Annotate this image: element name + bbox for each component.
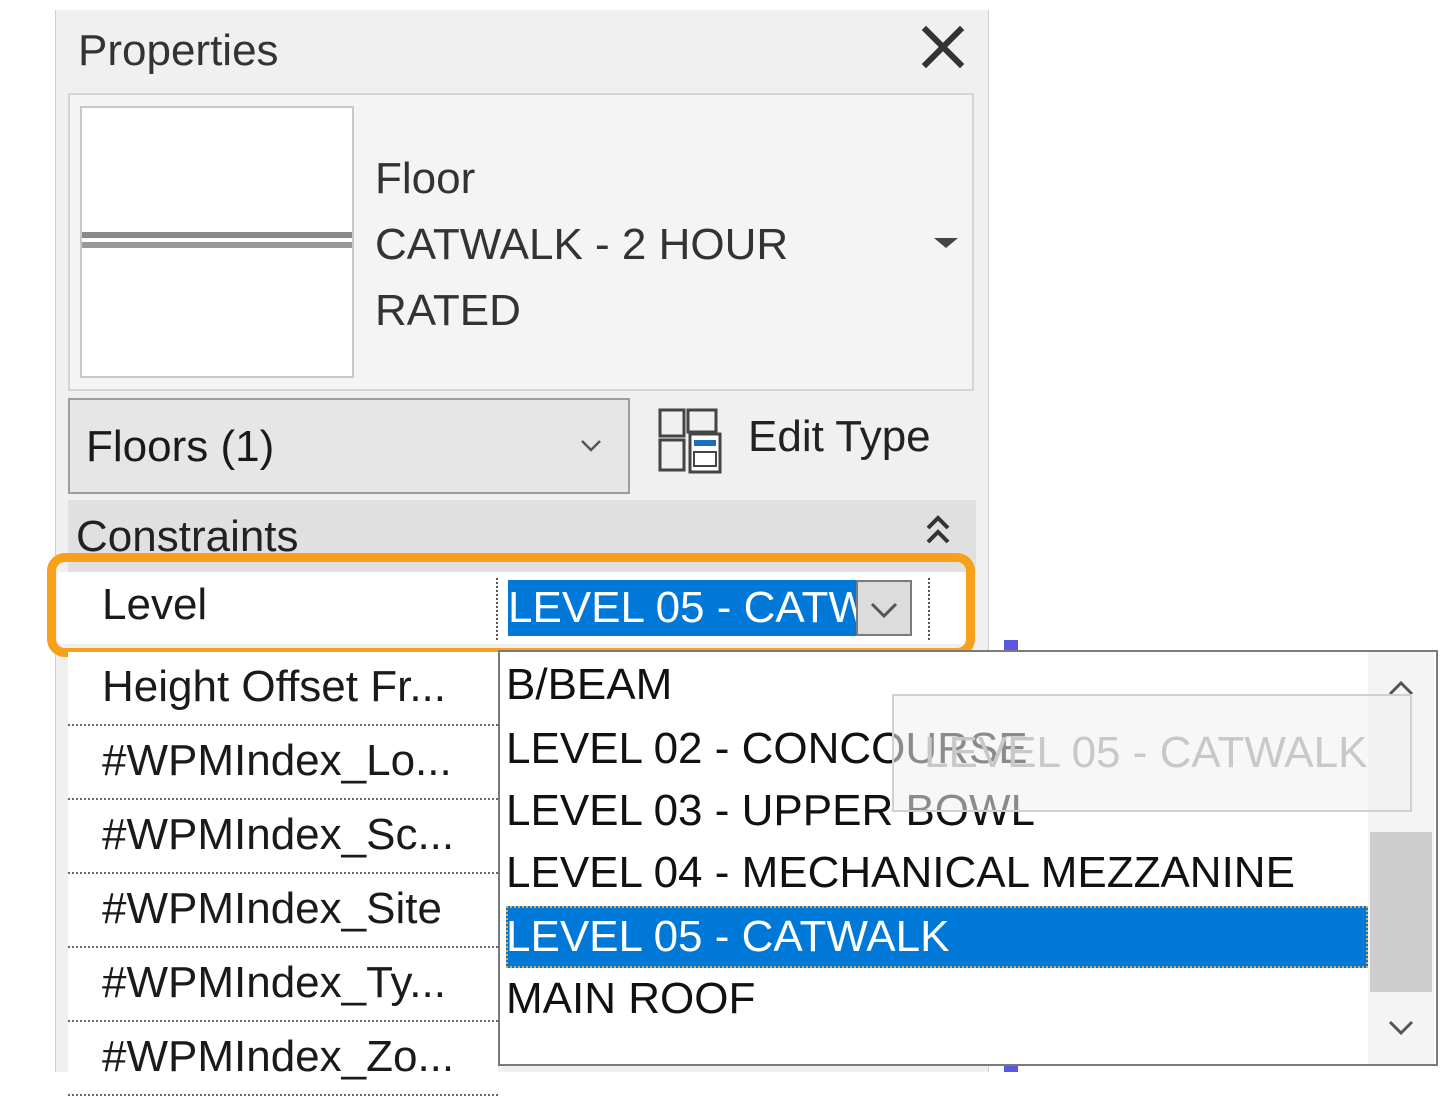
property-label: #WPMIndex_Ty... — [102, 958, 446, 1007]
property-label: #WPMIndex_Site — [102, 884, 442, 933]
drag-tooltip-ghost: LEVEL 05 - CATWALK — [892, 694, 1412, 812]
property-row[interactable]: #WPMIndex_Lo... — [68, 726, 498, 800]
property-row[interactable]: #WPMIndex_Site — [68, 874, 498, 948]
property-row[interactable]: #WPMIndex_Zo... — [68, 1022, 498, 1096]
collapse-icon[interactable] — [924, 514, 952, 548]
category-filter-select[interactable]: Floors (1) — [68, 398, 630, 494]
type-name-line1: CATWALK - 2 HOUR — [375, 220, 789, 269]
dropdown-option[interactable]: MAIN ROOF — [506, 968, 1368, 1030]
type-preview-image — [80, 106, 354, 378]
panel-title: Properties — [78, 26, 279, 75]
property-label: #WPMIndex_Lo... — [102, 736, 452, 785]
edit-type-icon — [658, 408, 722, 474]
property-row[interactable]: Height Offset Fr... — [68, 652, 498, 726]
type-dropdown-arrow-icon[interactable] — [934, 238, 958, 248]
property-row[interactable]: #WPMIndex_Ty... — [68, 948, 498, 1022]
edit-type-button[interactable]: Edit Type — [648, 400, 958, 488]
type-family: Floor — [375, 154, 476, 203]
close-icon[interactable] — [918, 22, 968, 72]
type-name-line2: RATED — [375, 286, 521, 335]
property-label: #WPMIndex_Zo... — [102, 1032, 455, 1081]
category-filter-value: Floors (1) — [86, 422, 275, 471]
dropdown-option[interactable]: LEVEL 04 - MECHANICAL MEZZANINE — [506, 842, 1368, 904]
dropdown-option-selected[interactable]: LEVEL 05 - CATWALK — [506, 906, 1368, 968]
chevron-down-icon — [581, 440, 601, 452]
edit-type-label: Edit Type — [748, 412, 931, 461]
scroll-down-icon[interactable] — [1386, 1018, 1416, 1038]
property-label: Height Offset Fr... — [102, 662, 446, 711]
drag-ghost-text: LEVEL 05 - CATWALK — [924, 728, 1368, 777]
scrollbar-thumb[interactable] — [1370, 832, 1432, 992]
property-row[interactable]: #WPMIndex_Sc... — [68, 800, 498, 874]
property-label: #WPMIndex_Sc... — [102, 810, 455, 859]
level-row-highlight — [47, 553, 975, 657]
